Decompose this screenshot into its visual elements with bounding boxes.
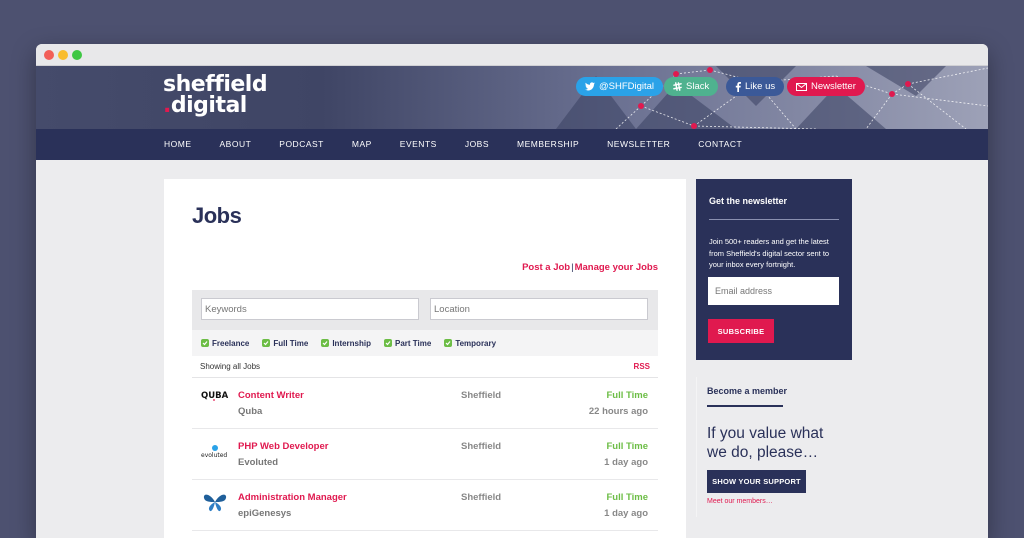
- twitter-label: @SHFDigital: [599, 81, 655, 92]
- butterfly-icon: [203, 494, 227, 512]
- filter-label: Temporary: [455, 338, 497, 348]
- manage-jobs-link[interactable]: Manage your Jobs: [575, 262, 658, 273]
- job-company: Evoluted: [238, 457, 279, 468]
- minimize-window-button[interactable]: [58, 50, 68, 60]
- page-content: Jobs Post a Job|Manage your Jobs Freelan…: [36, 160, 988, 538]
- page-title: Jobs: [192, 203, 242, 228]
- nav-contact[interactable]: CONTACT: [698, 129, 742, 160]
- nav-home[interactable]: HOME: [164, 129, 192, 160]
- maximize-window-button[interactable]: [72, 50, 82, 60]
- newsletter-button[interactable]: Newsletter: [787, 77, 865, 96]
- post-job-link[interactable]: Post a Job: [522, 262, 570, 273]
- job-listing[interactable]: Administration Manager epiGenesys Sheffi…: [192, 480, 658, 531]
- membership-promo: Become a member If you value what we do,…: [696, 377, 852, 517]
- twitter-icon: [585, 82, 595, 91]
- close-window-button[interactable]: [44, 50, 54, 60]
- filter-internship[interactable]: Internship: [321, 339, 371, 348]
- logo-line-2: digital: [170, 93, 247, 118]
- filter-label: Freelance: [212, 338, 250, 348]
- filter-label: Internship: [332, 338, 371, 348]
- job-title[interactable]: Administration Manager: [238, 492, 347, 503]
- job-location: Sheffield: [461, 492, 502, 503]
- meet-members-link[interactable]: Meet our members…: [707, 498, 773, 505]
- job-listing[interactable]: evoluted PHP Web Developer Evoluted Shef…: [192, 429, 658, 480]
- job-age: 1 day ago: [604, 457, 648, 468]
- email-field[interactable]: [708, 277, 839, 305]
- link-separator: |: [571, 262, 574, 273]
- divider: [707, 405, 783, 407]
- company-logo-evoluted: evoluted: [201, 445, 227, 459]
- job-title[interactable]: PHP Web Developer: [238, 441, 328, 452]
- logo-line-1: sheffield: [163, 72, 268, 97]
- filter-full-time[interactable]: Full Time: [262, 339, 308, 348]
- divider: [709, 219, 839, 220]
- checkbox-checked-icon[interactable]: [384, 339, 392, 347]
- checkbox-checked-icon[interactable]: [201, 339, 209, 347]
- filter-label: Part Time: [395, 338, 432, 348]
- show-support-button[interactable]: SHOW YOUR SUPPORT: [707, 470, 806, 493]
- filter-temporary[interactable]: Temporary: [444, 339, 496, 348]
- member-title: Become a member: [707, 386, 788, 396]
- job-age: 1 day ago: [604, 508, 648, 519]
- checkbox-checked-icon[interactable]: [321, 339, 330, 347]
- slack-icon: [673, 82, 682, 91]
- slack-label: Slack: [686, 81, 710, 92]
- main-nav: HOME ABOUT PODCAST MAP EVENTS JOBS MEMBE…: [36, 129, 988, 160]
- svg-text:QUBA: QUBA: [201, 391, 229, 401]
- job-location: Sheffield: [461, 441, 502, 452]
- slack-button[interactable]: Slack: [664, 77, 719, 96]
- nav-about[interactable]: ABOUT: [220, 129, 252, 160]
- facebook-label: Like us: [745, 81, 776, 92]
- job-company: Quba: [238, 406, 263, 417]
- newsletter-title: Get the newsletter: [709, 196, 788, 206]
- browser-window: sheffield .digital @SHFDigital Slack Lik…: [36, 44, 988, 538]
- company-logo-quba: QUBA: [201, 391, 229, 401]
- twitter-button[interactable]: @SHFDigital: [576, 77, 664, 96]
- nav-events[interactable]: EVENTS: [400, 129, 437, 160]
- filter-freelance[interactable]: Freelance: [201, 339, 249, 348]
- job-age: 22 hours ago: [588, 406, 648, 417]
- envelope-icon: [796, 82, 807, 91]
- logo-dot: .: [163, 93, 171, 118]
- newsletter-description: Join 500+ readers and get the latest fro…: [709, 237, 830, 269]
- site-logo[interactable]: sheffield .digital: [163, 72, 268, 118]
- newsletter-signup: Get the newsletter Join 500+ readers and…: [696, 179, 852, 360]
- filter-label: Full Time: [273, 338, 309, 348]
- nav-podcast[interactable]: PODCAST: [279, 129, 324, 160]
- nav-map[interactable]: MAP: [352, 129, 372, 160]
- showing-text: Showing all Jobs: [200, 362, 261, 371]
- job-company: epiGenesys: [238, 508, 292, 519]
- member-pitch: If you value what we do, please…: [707, 425, 824, 461]
- rss-link[interactable]: RSS: [634, 356, 650, 378]
- newsletter-label: Newsletter: [811, 81, 856, 92]
- job-location: Sheffield: [461, 390, 502, 401]
- subscribe-button[interactable]: SUBSCRIBE: [708, 319, 774, 343]
- filter-part-time[interactable]: Part Time: [384, 339, 431, 348]
- results-summary: Showing all Jobs RSS: [192, 356, 658, 378]
- site-header: sheffield .digital @SHFDigital Slack Lik…: [36, 66, 988, 129]
- facebook-button[interactable]: Like us: [726, 77, 785, 96]
- jobs-panel: Jobs Post a Job|Manage your Jobs Freelan…: [164, 179, 686, 538]
- nav-jobs[interactable]: JOBS: [465, 129, 489, 160]
- nav-newsletter[interactable]: NEWSLETTER: [607, 129, 670, 160]
- job-type-filters: Freelance Full Time Internship Part Time…: [192, 330, 658, 356]
- job-actions: Post a Job|Manage your Jobs: [522, 262, 658, 273]
- job-type: Full Time: [606, 390, 648, 401]
- svg-text:evoluted: evoluted: [201, 452, 227, 459]
- job-search-filters: [192, 290, 658, 330]
- window-titlebar: [36, 44, 988, 66]
- keywords-input[interactable]: [201, 298, 419, 320]
- location-input[interactable]: [430, 298, 648, 320]
- job-listing[interactable]: QUBA Content Writer Quba Sheffield Full …: [192, 378, 658, 429]
- checkbox-checked-icon[interactable]: [262, 339, 271, 347]
- job-title[interactable]: Content Writer: [238, 390, 304, 401]
- facebook-icon: [735, 81, 741, 92]
- nav-membership[interactable]: MEMBERSHIP: [517, 129, 579, 160]
- checkbox-checked-icon[interactable]: [444, 339, 453, 347]
- job-type: Full Time: [606, 492, 648, 503]
- job-type: Full Time: [606, 441, 648, 452]
